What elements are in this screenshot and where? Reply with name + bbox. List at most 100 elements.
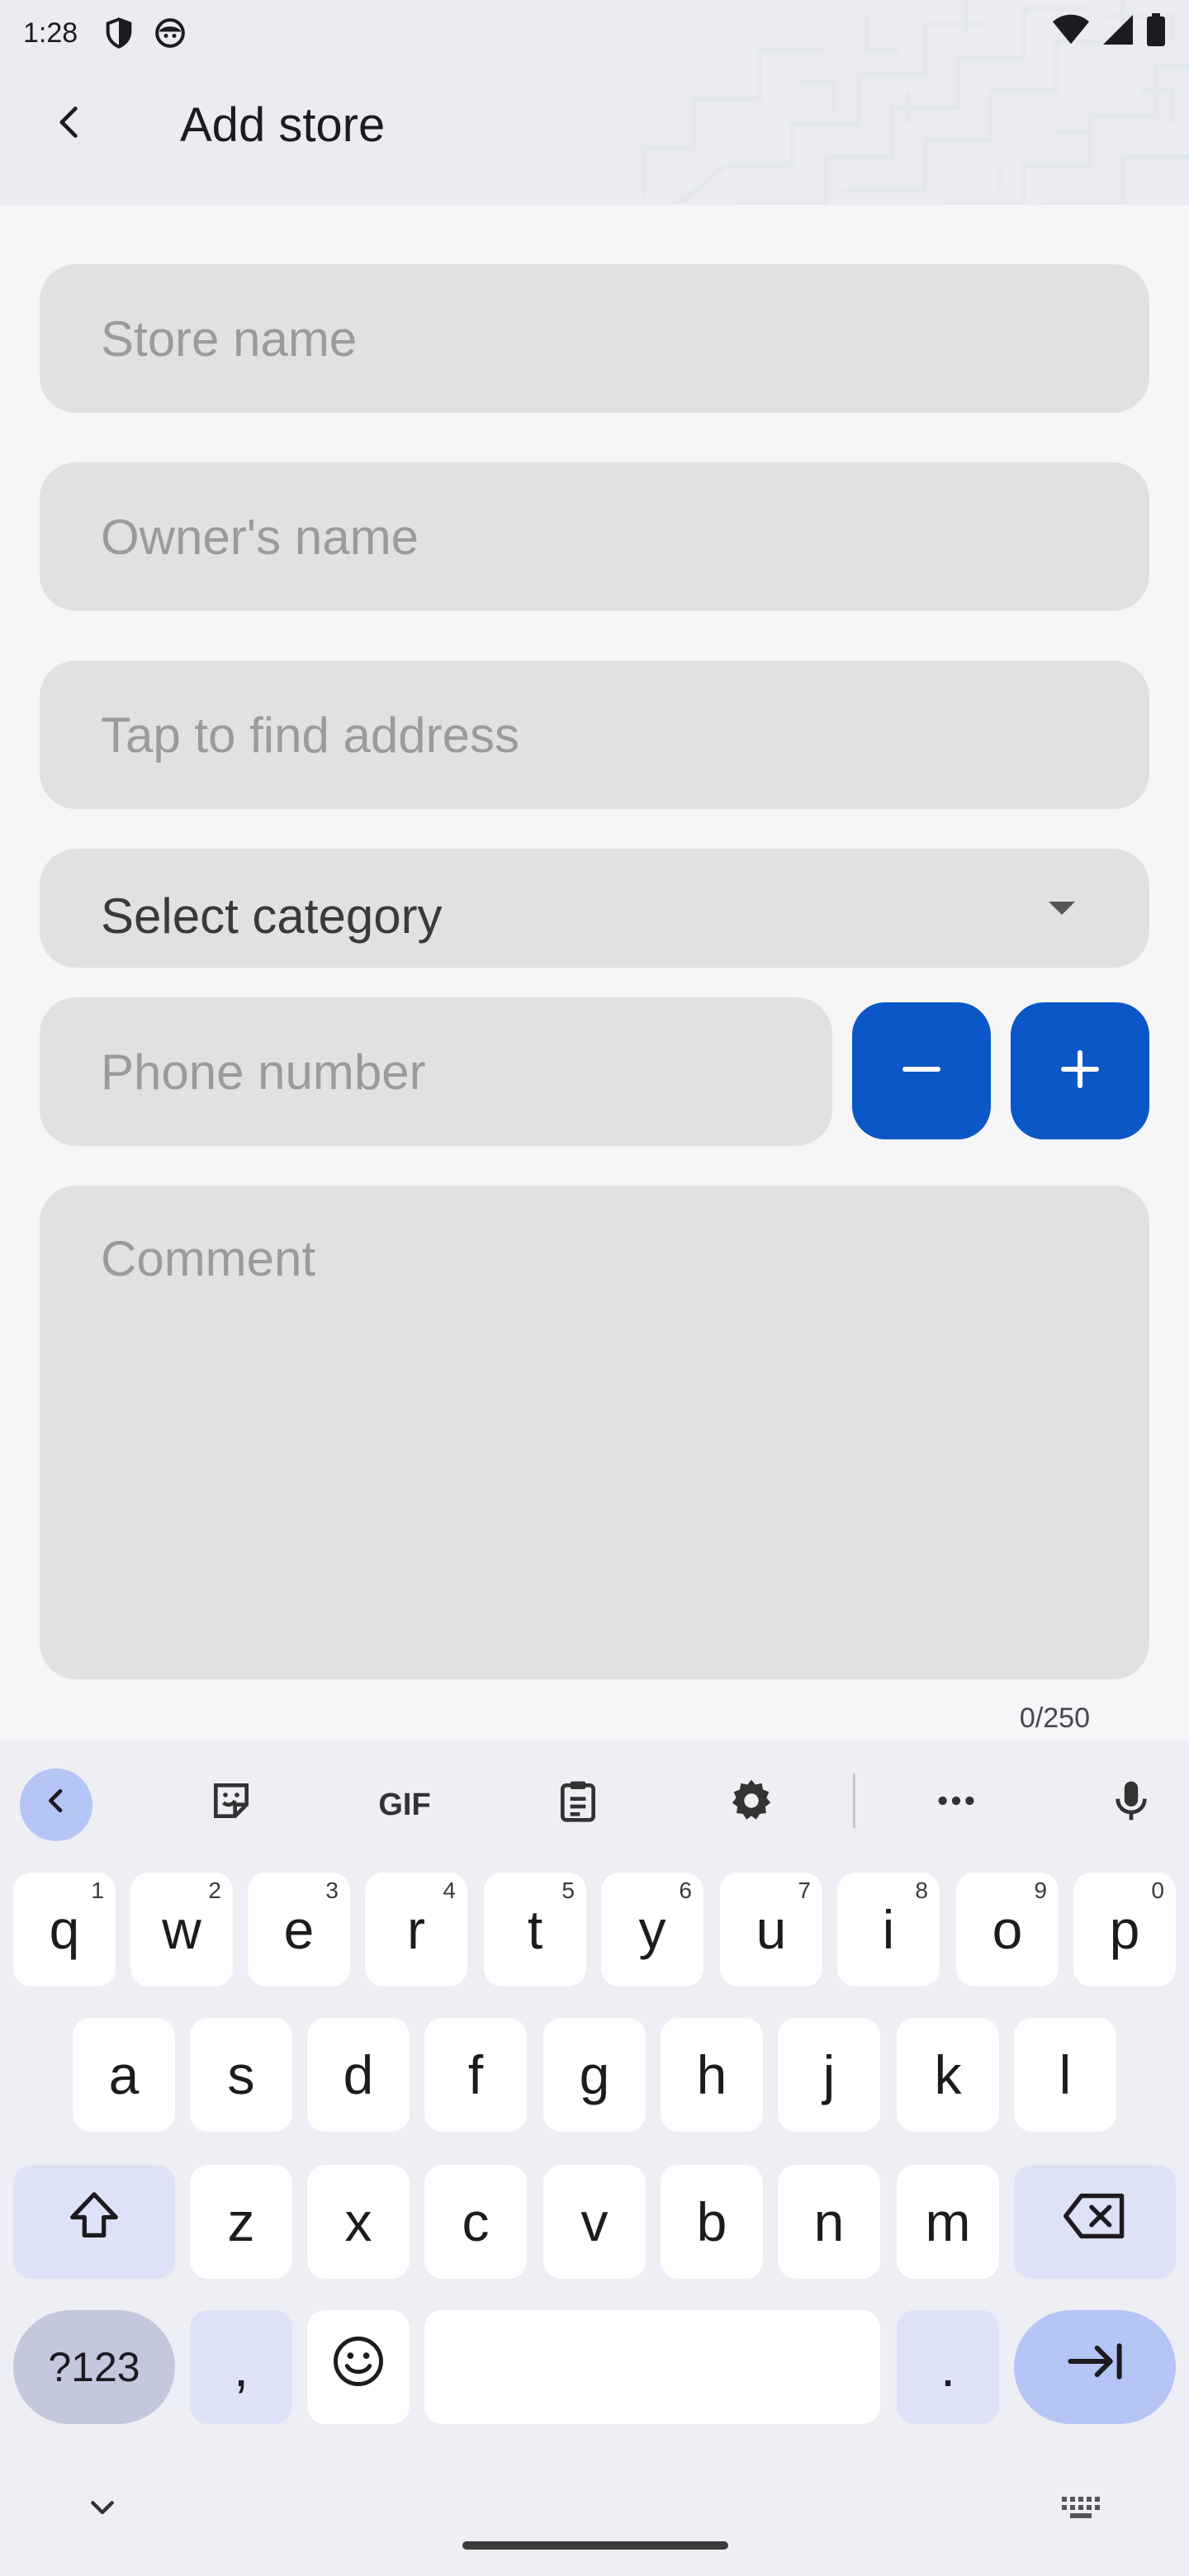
key-label: r <box>407 1899 425 1960</box>
key-label: v <box>580 2191 609 2252</box>
key-label: q <box>49 1899 80 1960</box>
key-label: f <box>467 2044 484 2105</box>
key-label: t <box>527 1899 543 1960</box>
key-hint: 5 <box>561 1878 575 1903</box>
key-label: e <box>283 1899 315 1960</box>
comment-placeholder: Comment <box>101 1231 316 1286</box>
toolbar-divider <box>853 1773 855 1828</box>
key-b[interactable]: b <box>661 2165 763 2279</box>
cellular-signal-icon <box>1101 13 1135 54</box>
more-options-button[interactable] <box>920 1769 992 1841</box>
symbols-key[interactable]: ?123 <box>13 2310 175 2424</box>
key-label: u <box>756 1899 787 1960</box>
space-key[interactable] <box>424 2310 880 2424</box>
microphone-icon <box>1108 1778 1154 1832</box>
key-label: w <box>162 1899 201 1960</box>
address-field[interactable]: Tap to find address <box>40 661 1149 809</box>
emoji-icon <box>331 2334 386 2401</box>
key-t[interactable]: t5 <box>484 1873 586 1986</box>
add-phone-button[interactable] <box>1011 1002 1149 1139</box>
key-label: z <box>227 2191 255 2252</box>
phone-number-field[interactable]: Phone number <box>40 997 832 1146</box>
owner-name-field[interactable]: Owner's name <box>40 462 1149 611</box>
key-label: g <box>579 2044 610 2105</box>
key-f[interactable]: f <box>424 2018 527 2132</box>
key-label: h <box>696 2044 727 2105</box>
key-v[interactable]: v <box>543 2165 646 2279</box>
key-l[interactable]: l <box>1014 2018 1116 2132</box>
key-y[interactable]: y6 <box>601 1873 703 1986</box>
key-w[interactable]: w2 <box>130 1873 233 1986</box>
key-o[interactable]: o9 <box>956 1873 1059 1986</box>
sticker-button[interactable] <box>195 1769 268 1841</box>
category-select[interactable]: Select category <box>40 849 1149 968</box>
key-d[interactable]: d <box>307 2018 410 2132</box>
key-hint: 3 <box>325 1878 339 1903</box>
key-hint: 6 <box>679 1878 692 1903</box>
home-indicator[interactable] <box>462 2541 728 2550</box>
key-label: a <box>108 2044 140 2105</box>
key-z[interactable]: z <box>190 2165 292 2279</box>
shift-key[interactable] <box>13 2165 175 2279</box>
key-label: b <box>696 2191 727 2252</box>
comma-key[interactable]: , <box>190 2310 292 2424</box>
backspace-icon <box>1063 2190 1126 2253</box>
comment-field[interactable]: Comment <box>40 1186 1149 1679</box>
address-placeholder: Tap to find address <box>101 707 519 763</box>
key-label: y <box>638 1899 666 1960</box>
key-h[interactable]: h <box>661 2018 763 2132</box>
backspace-key[interactable] <box>1014 2165 1176 2279</box>
status-time: 1:28 <box>23 17 78 49</box>
back-button[interactable] <box>36 91 102 157</box>
keyboard-collapse-toolbar-button[interactable] <box>20 1769 92 1841</box>
key-hint: 2 <box>208 1878 221 1903</box>
key-label: n <box>813 2191 845 2252</box>
next-action-key[interactable] <box>1014 2310 1176 2424</box>
chevron-left-icon <box>40 1784 73 1825</box>
key-x[interactable]: x <box>307 2165 410 2279</box>
key-c[interactable]: c <box>424 2165 527 2279</box>
key-n[interactable]: n <box>778 2165 880 2279</box>
page-title: Add store <box>180 98 386 152</box>
key-u[interactable]: u7 <box>720 1873 822 1986</box>
key-i[interactable]: i8 <box>837 1873 940 1986</box>
emoji-key[interactable] <box>307 2310 410 2424</box>
comment-character-counter: 0/250 <box>1019 1702 1090 1734</box>
owner-name-placeholder: Owner's name <box>101 509 419 565</box>
chevron-down-icon <box>86 2501 119 2528</box>
key-label: s <box>227 2044 255 2105</box>
keyboard-switch-button[interactable] <box>1062 2497 1103 2526</box>
key-q[interactable]: q1 <box>13 1873 116 1986</box>
plus-icon <box>1055 1044 1105 1098</box>
symbols-key-label: ?123 <box>48 2344 140 2390</box>
key-label: d <box>343 2044 374 2105</box>
remove-phone-button[interactable] <box>852 1002 991 1139</box>
key-k[interactable]: k <box>897 2018 999 2132</box>
hide-keyboard-button[interactable] <box>86 2492 119 2529</box>
key-hint: 8 <box>915 1878 928 1903</box>
key-label: m <box>925 2191 971 2252</box>
gif-button[interactable]: GIF <box>368 1769 441 1841</box>
key-e[interactable]: e3 <box>248 1873 350 1986</box>
clipboard-button[interactable] <box>542 1769 614 1841</box>
key-m[interactable]: m <box>897 2165 999 2279</box>
key-r[interactable]: r4 <box>365 1873 467 1986</box>
key-hint: 9 <box>1034 1878 1047 1903</box>
key-g[interactable]: g <box>543 2018 646 2132</box>
comma-key-label: , <box>233 2337 249 2398</box>
battery-icon <box>1146 12 1166 54</box>
key-p[interactable]: p0 <box>1073 1873 1176 1986</box>
keyboard-settings-button[interactable] <box>715 1769 788 1841</box>
shift-icon <box>65 2187 123 2257</box>
shield-icon <box>102 17 135 50</box>
arrow-back-icon <box>51 104 88 144</box>
key-s[interactable]: s <box>190 2018 292 2132</box>
period-key[interactable]: . <box>897 2310 999 2424</box>
minus-icon <box>897 1044 946 1098</box>
voice-input-button[interactable] <box>1095 1769 1168 1841</box>
key-j[interactable]: j <box>778 2018 880 2132</box>
category-select-value: Select category <box>101 888 443 944</box>
keyboard-toolbar: GIF <box>0 1740 1189 1856</box>
store-name-field[interactable]: Store name <box>40 264 1149 413</box>
key-a[interactable]: a <box>73 2018 175 2132</box>
